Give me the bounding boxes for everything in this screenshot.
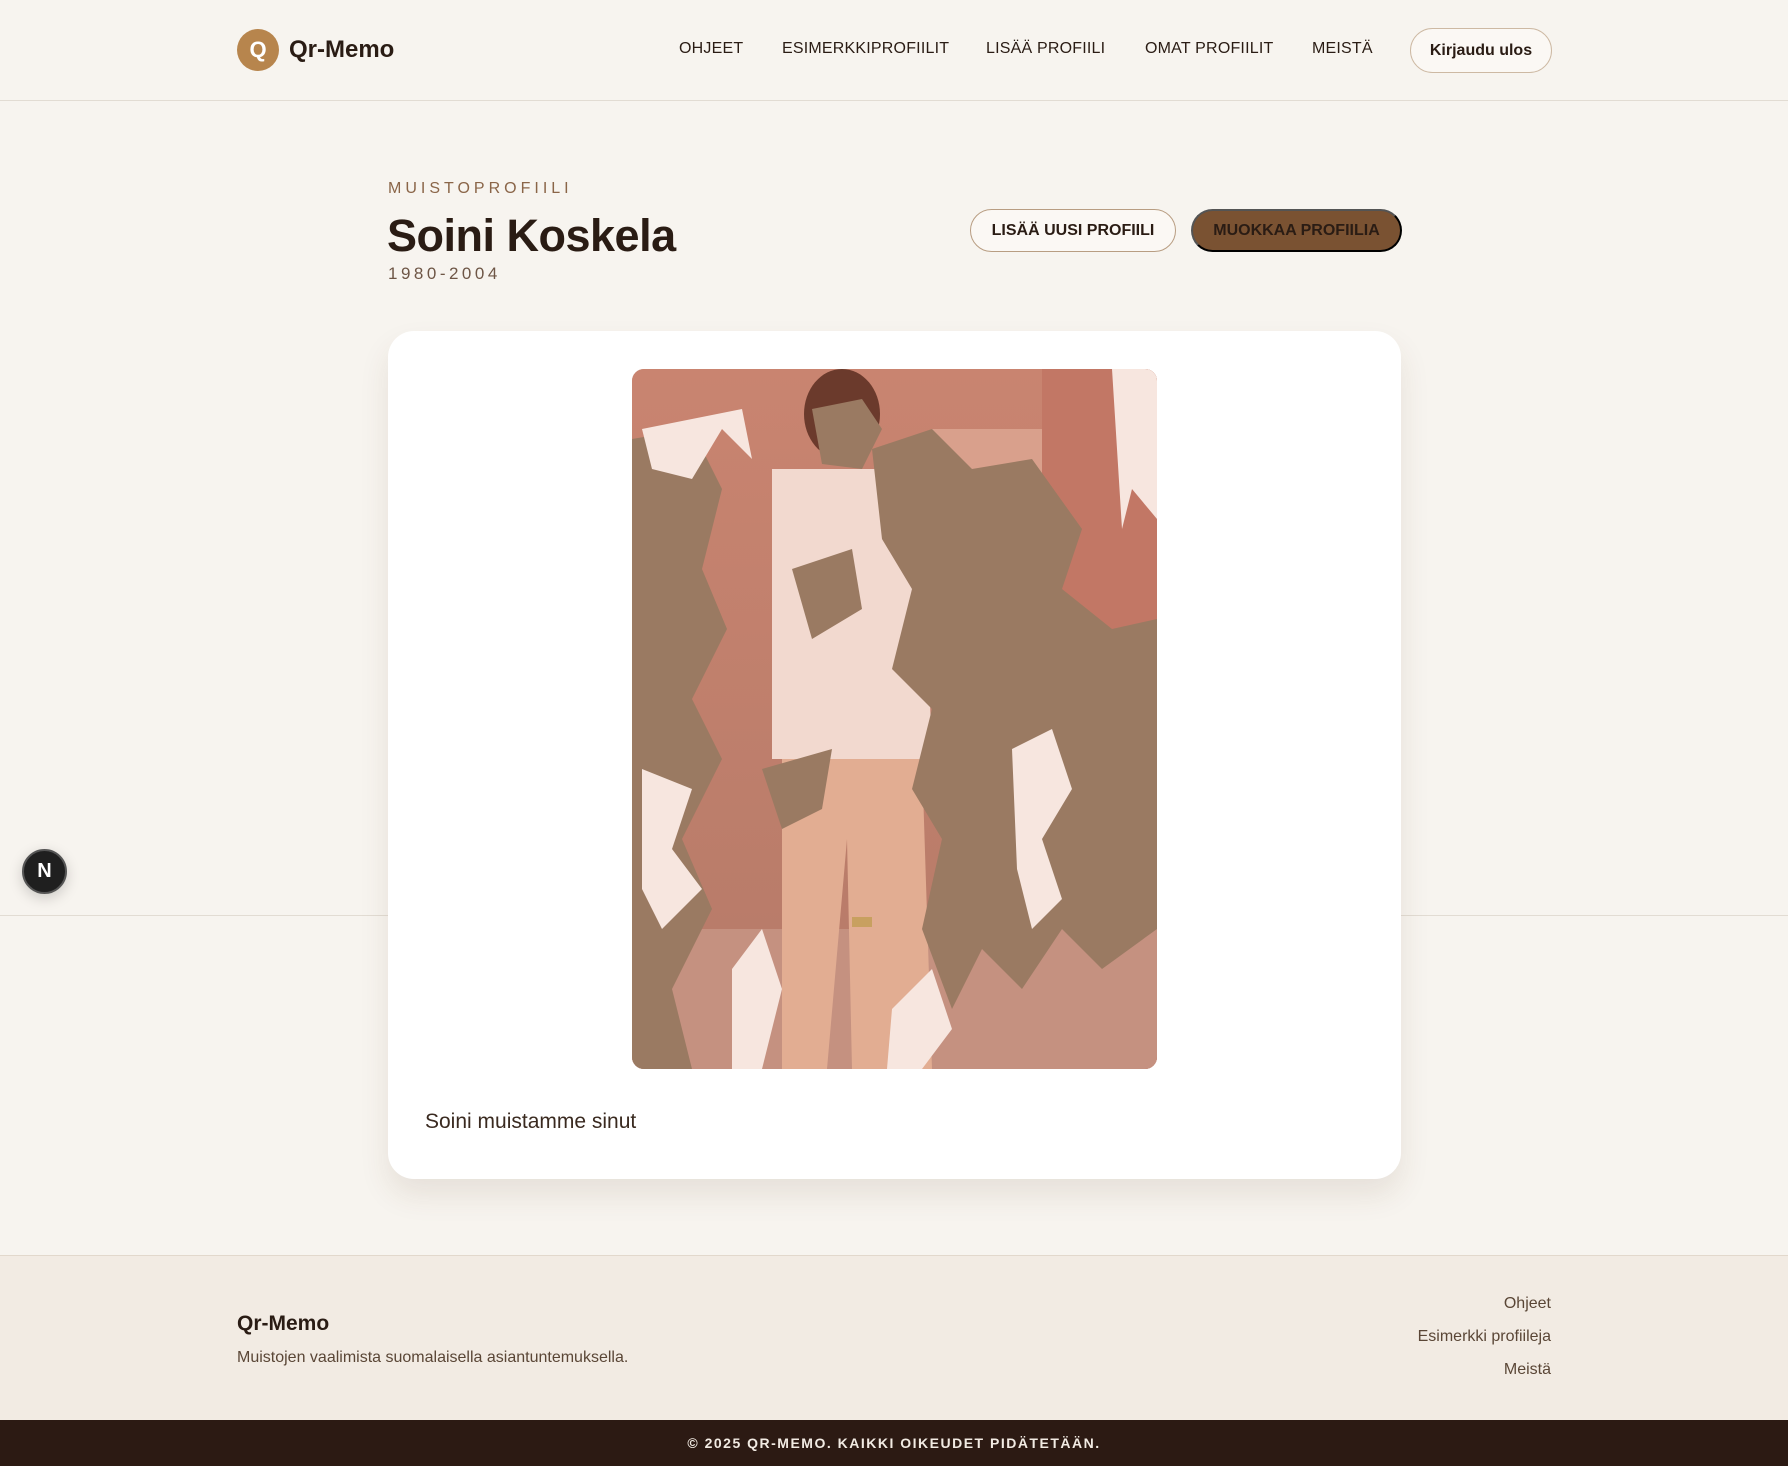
profile-photo: [632, 369, 1157, 1069]
footer-link-meista[interactable]: Meistä: [1504, 1361, 1551, 1379]
edit-profile-button[interactable]: MUOKKAA PROFIILIA: [1191, 209, 1402, 252]
nav-item-omat-profiilit[interactable]: OMAT PROFIILIT: [1145, 40, 1273, 58]
footer-link-ohjeet[interactable]: Ohjeet: [1504, 1295, 1551, 1313]
site-header: Q Qr-Memo OHJEET ESIMERKKIPROFIILIT LISÄ…: [0, 0, 1788, 101]
nav-item-lisaa-profiili[interactable]: LISÄÄ PROFIILI: [986, 40, 1105, 58]
nav-item-esimerkkiprofiilit[interactable]: ESIMERKKIPROFIILIT: [782, 40, 949, 58]
site-footer: Qr-Memo Muistojen vaalimista suomalaisel…: [0, 1255, 1788, 1420]
logout-button[interactable]: Kirjaudu ulos: [1410, 28, 1552, 73]
page-title: Soini Koskela: [387, 210, 676, 261]
footer-brand: Qr-Memo: [237, 1312, 330, 1335]
footer-tagline: Muistojen vaalimista suomalaisella asian…: [237, 1349, 629, 1366]
nav-item-meista[interactable]: MEISTÄ: [1312, 40, 1373, 58]
profile-card: Soini muistamme sinut: [388, 331, 1401, 1179]
profile-years: 1980-2004: [388, 264, 501, 283]
profile-eyebrow: MUISTOPROFIILI: [388, 180, 573, 197]
memorial-message: Soini muistamme sinut: [425, 1110, 637, 1133]
memorial-photo-image: [632, 369, 1157, 1069]
copyright-bar: © 2025 QR-MEMO. KAIKKI OIKEUDET PIDÄTETÄ…: [0, 1420, 1788, 1466]
n-badge-button[interactable]: N: [22, 849, 67, 894]
nav-item-ohjeet[interactable]: OHJEET: [679, 40, 743, 58]
footer-link-esimerkki-profiileja[interactable]: Esimerkki profiileja: [1418, 1328, 1551, 1346]
add-new-profile-button[interactable]: LISÄÄ UUSI PROFIILI: [970, 209, 1176, 252]
